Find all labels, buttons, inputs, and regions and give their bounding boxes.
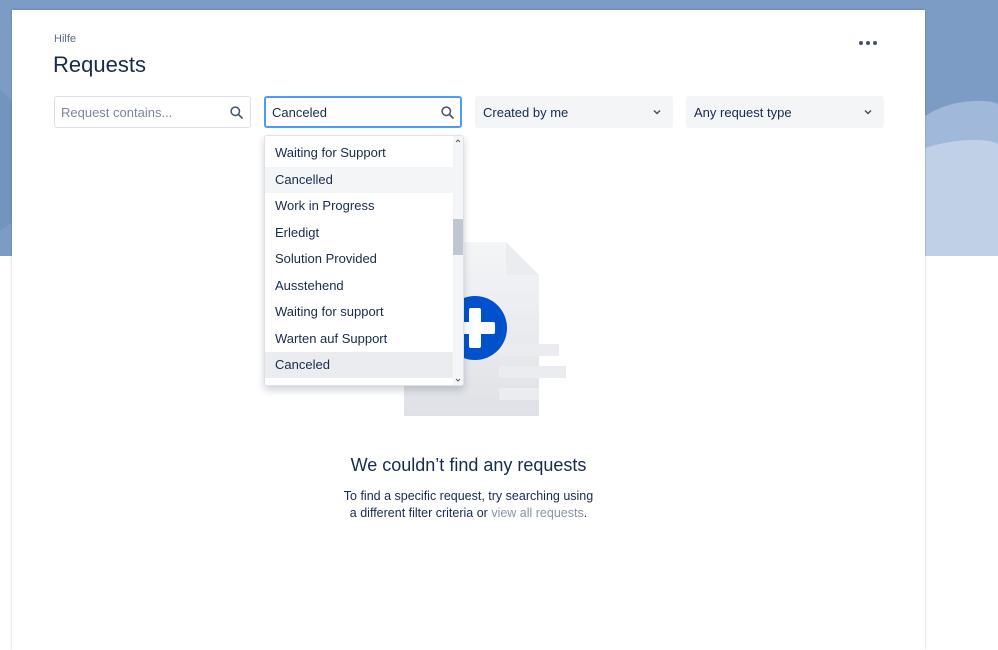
empty-state-title: We couldn’t find any requests [350,455,587,475]
request-type-value: Any request type [694,105,792,120]
more-actions-button[interactable] [854,32,882,54]
status-option-selected[interactable]: Canceled [265,352,453,378]
more-icon [859,41,863,45]
scroll-down-icon[interactable] [455,377,461,383]
view-all-requests-link[interactable]: view all requests [491,506,583,520]
search-icon [230,106,243,119]
status-option[interactable]: Erledigt [265,220,453,246]
request-search-field [54,96,251,128]
requests-card: Hilfe Requests Created by me Any request… [12,10,925,650]
status-option[interactable]: Ausstehend [265,273,453,299]
empty-state-description: To find a specific request, try searchin… [342,488,595,522]
status-filter-field [264,96,462,128]
scroll-up-icon[interactable] [455,138,461,144]
search-icon [441,106,454,119]
status-option[interactable]: Waiting for Support [265,140,453,166]
status-option[interactable]: Warten auf Support [265,326,453,352]
dropdown-scrollbar[interactable] [453,136,463,385]
page-title: Requests [53,52,146,77]
status-option[interactable]: Solution Provided [265,246,453,272]
created-by-value: Created by me [483,105,569,120]
status-option[interactable]: Waiting for support [265,299,453,325]
status-option[interactable]: Cancelled [265,167,453,193]
status-filter-input[interactable] [266,98,460,126]
request-type-select[interactable]: Any request type [686,96,884,128]
scrollbar-thumb[interactable] [453,219,463,255]
status-option[interactable]: Work in Progress [265,193,453,219]
breadcrumb[interactable]: Hilfe [54,33,76,45]
status-dropdown: Waiting for Support Cancelled Work in Pr… [264,135,464,386]
request-search-input[interactable] [55,97,250,127]
empty-state-text-end: . [583,506,588,520]
chevron-down-icon [864,109,872,115]
created-by-select[interactable]: Created by me [475,96,673,128]
chevron-down-icon [653,109,661,115]
